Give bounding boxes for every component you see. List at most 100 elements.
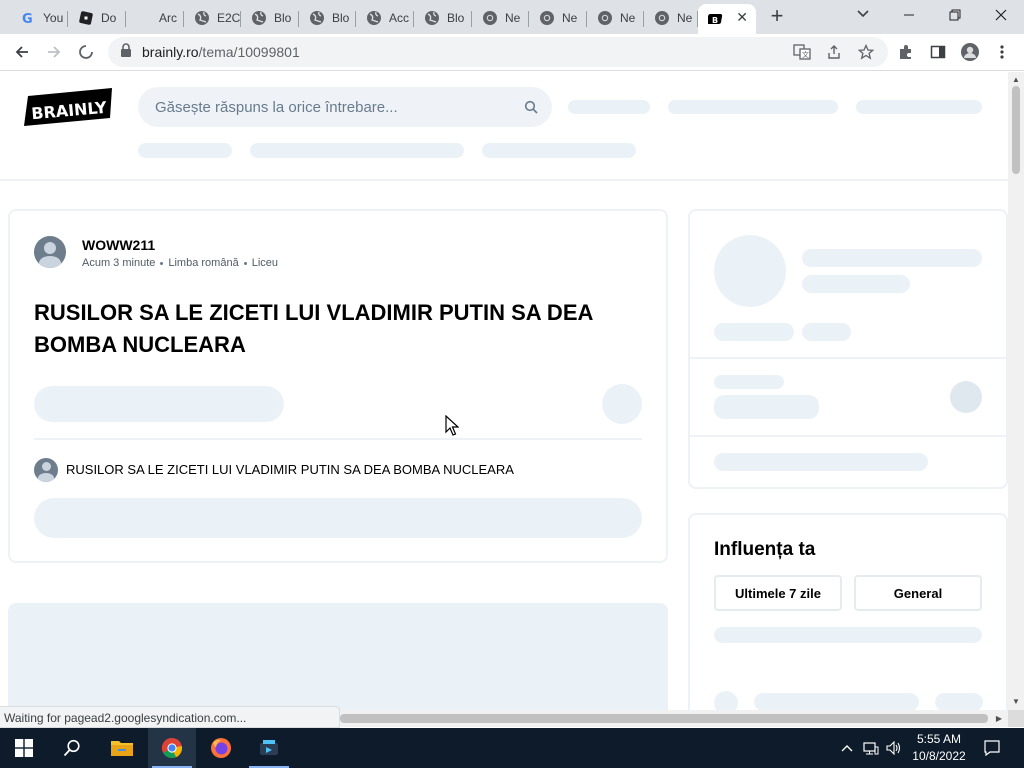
icon-placeholder bbox=[950, 381, 982, 413]
address-bar[interactable]: brainly.ro/tema/10099801 bbox=[108, 37, 888, 67]
star-icon bbox=[858, 44, 874, 60]
restore-icon bbox=[949, 9, 961, 21]
close-tab-icon[interactable]: ✕ bbox=[736, 9, 748, 26]
loading-spinner-icon bbox=[79, 45, 93, 59]
tab-label: Acc bbox=[389, 11, 410, 25]
scrollbar-thumb[interactable] bbox=[1012, 86, 1020, 174]
search-bar[interactable] bbox=[138, 87, 552, 127]
side-panel-icon bbox=[930, 45, 946, 59]
blank-icon bbox=[136, 10, 152, 26]
row-placeholder bbox=[935, 693, 983, 710]
search-input[interactable] bbox=[155, 98, 515, 116]
question-title: RUSILOR SA LE ZICETI LUI VLADIMIR PUTIN … bbox=[34, 300, 593, 357]
tab-item[interactable]: Ne bbox=[529, 4, 587, 32]
chrome-menu-button[interactable] bbox=[990, 40, 1014, 64]
extensions-button[interactable] bbox=[894, 40, 918, 64]
new-tab-button[interactable]: + bbox=[764, 4, 790, 30]
forward-button[interactable] bbox=[40, 38, 68, 66]
profile-avatar-icon bbox=[961, 43, 979, 61]
tab-item[interactable]: Do bbox=[68, 4, 126, 32]
back-button[interactable] bbox=[8, 38, 36, 66]
action-icon-placeholder bbox=[602, 384, 642, 424]
author-name[interactable]: WOWW211 bbox=[82, 237, 155, 253]
stat-placeholder bbox=[714, 323, 794, 341]
tab-item[interactable]: Blo bbox=[414, 4, 472, 32]
chrome-icon bbox=[161, 737, 183, 759]
firefox-taskbar-button[interactable] bbox=[197, 728, 245, 768]
bookmark-button[interactable] bbox=[854, 40, 878, 64]
question-subject[interactable]: Limba română bbox=[168, 257, 238, 269]
subnav-placeholder bbox=[250, 143, 464, 158]
tab-item[interactable]: Arc bbox=[126, 4, 184, 32]
start-button[interactable] bbox=[0, 728, 48, 768]
notification-center-button[interactable] bbox=[980, 728, 1004, 768]
tab-general[interactable]: General bbox=[854, 575, 982, 611]
globe-icon bbox=[366, 10, 382, 26]
subnav-placeholder bbox=[138, 143, 232, 158]
url-host: brainly.ro bbox=[142, 44, 199, 60]
arrow-right-icon bbox=[48, 46, 61, 58]
tab-item[interactable]: Ne bbox=[587, 4, 644, 32]
taskbar-clock[interactable]: 5:55 AM 10/8/2022 bbox=[906, 731, 972, 765]
scrollbar-thumb[interactable] bbox=[340, 714, 988, 723]
file-explorer-button[interactable] bbox=[98, 728, 146, 768]
profile-button[interactable] bbox=[958, 40, 982, 64]
restore-button[interactable] bbox=[932, 0, 978, 30]
windows-taskbar: 5:55 AM 10/8/2022 bbox=[0, 728, 1024, 768]
ad-placeholder bbox=[8, 603, 668, 710]
side-panel-button[interactable] bbox=[926, 40, 950, 64]
lock-icon bbox=[120, 42, 132, 62]
close-window-button[interactable] bbox=[978, 0, 1024, 30]
tab-item[interactable]: Ne bbox=[644, 4, 698, 32]
tab-item[interactable]: Ne bbox=[472, 4, 529, 32]
show-hidden-icons-button[interactable] bbox=[836, 728, 858, 768]
card-divider bbox=[690, 357, 1006, 359]
share-icon bbox=[828, 45, 840, 59]
network-button[interactable] bbox=[860, 728, 882, 768]
search-icon bbox=[63, 739, 80, 757]
tab-item[interactable]: G You bbox=[10, 4, 68, 32]
tab-search-button[interactable] bbox=[852, 6, 874, 28]
minimize-icon bbox=[904, 14, 914, 16]
name-placeholder bbox=[802, 249, 982, 267]
taskbar-search-button[interactable] bbox=[48, 728, 96, 768]
subnav-placeholder bbox=[482, 143, 636, 158]
stop-loading-button[interactable] bbox=[72, 38, 100, 66]
meta-separator bbox=[243, 261, 247, 265]
clock-date: 10/8/2022 bbox=[912, 749, 966, 763]
tab-item[interactable]: E2C bbox=[184, 4, 241, 32]
clock-time: 5:55 AM bbox=[916, 732, 962, 746]
translate-button[interactable]: 文 bbox=[790, 40, 814, 64]
globe-icon bbox=[251, 10, 267, 26]
scroll-right-icon[interactable]: ▶ bbox=[996, 714, 1002, 723]
tab-item[interactable]: Blo bbox=[299, 4, 356, 32]
tab-active-brainly[interactable]: B ✕ bbox=[698, 4, 756, 34]
volume-button[interactable] bbox=[883, 728, 905, 768]
tab-last-7-days[interactable]: Ultimele 7 zile bbox=[714, 575, 842, 611]
brainly-icon: B bbox=[708, 11, 724, 27]
notification-icon bbox=[984, 740, 1000, 756]
globe-icon bbox=[194, 10, 210, 26]
brainly-logo[interactable]: BRAINLY bbox=[24, 88, 114, 126]
card-divider bbox=[34, 438, 642, 440]
app-taskbar-button[interactable] bbox=[245, 728, 293, 768]
share-button[interactable] bbox=[822, 40, 846, 64]
vertical-scrollbar[interactable]: ▲ ▼ bbox=[1008, 72, 1024, 710]
author-avatar[interactable] bbox=[34, 236, 66, 268]
chrome-taskbar-button[interactable] bbox=[148, 728, 196, 768]
scroll-up-icon[interactable]: ▲ bbox=[1012, 76, 1020, 84]
minimize-button[interactable] bbox=[886, 0, 932, 30]
chrome-icon bbox=[597, 10, 613, 26]
browser-toolbar: brainly.ro/tema/10099801 文 bbox=[0, 34, 1024, 71]
progress-placeholder bbox=[714, 627, 982, 643]
loading-status-bubble: Waiting for pagead2.googlesyndication.co… bbox=[0, 706, 340, 728]
svg-text:B: B bbox=[712, 16, 718, 25]
tab-item[interactable]: Acc bbox=[356, 4, 414, 32]
search-icon[interactable] bbox=[524, 100, 538, 119]
tab-label: Blo bbox=[274, 11, 292, 25]
header-nav-placeholder bbox=[568, 100, 650, 114]
question-meta: Acum 3 minute Limba română Liceu bbox=[82, 257, 278, 269]
tab-item[interactable]: Blo bbox=[241, 4, 299, 32]
tab-label: You bbox=[43, 11, 64, 25]
scroll-down-icon[interactable]: ▼ bbox=[1012, 698, 1020, 706]
